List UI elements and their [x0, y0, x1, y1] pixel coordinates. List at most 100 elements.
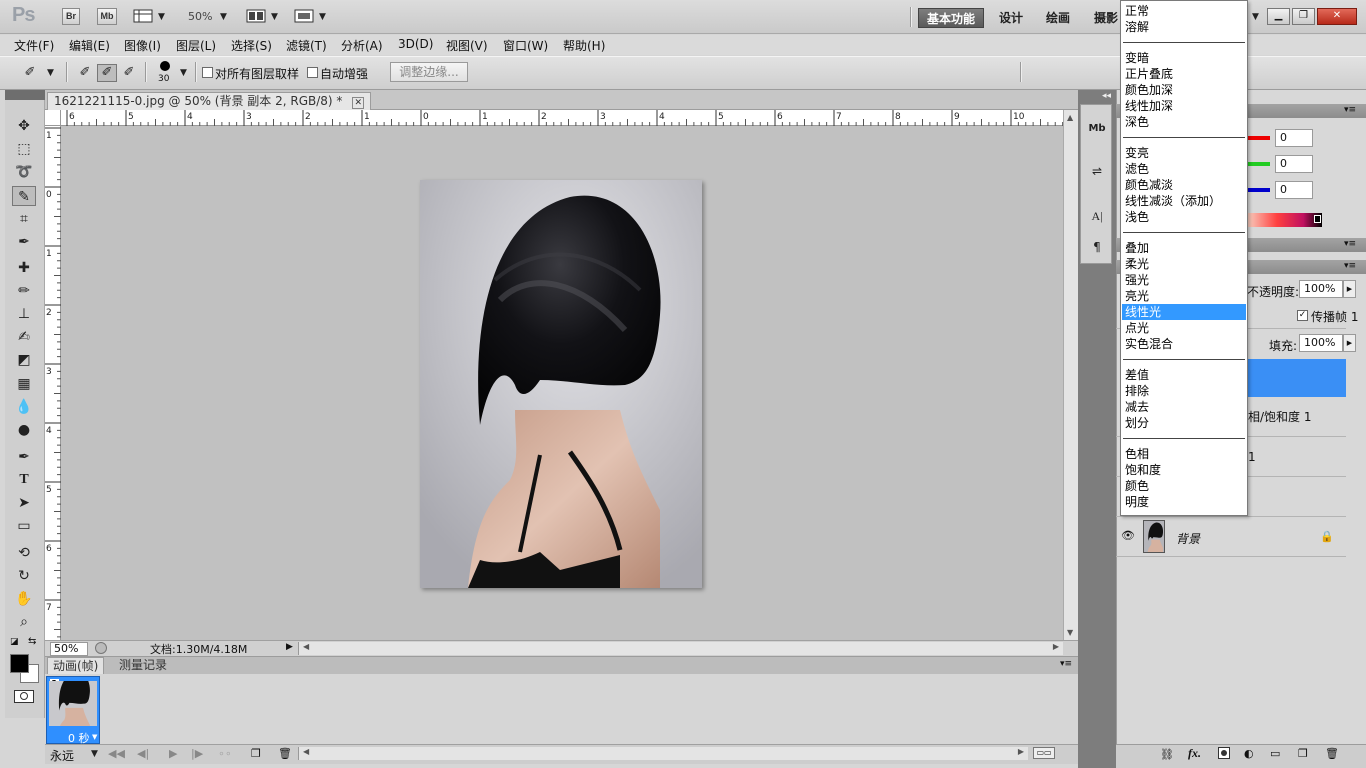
scroll-left-icon[interactable]: ◀	[303, 642, 309, 651]
blue-value-field[interactable]: 0	[1275, 181, 1313, 199]
toolbox-header[interactable]	[5, 90, 45, 100]
blend-mode-dropdown[interactable]: 正常 溶解 变暗 正片叠底 颜色加深 线性加深 深色 变亮 滤色 颜色减淡 线性减淡（添加） 浅色 叠加…	[1120, 0, 1248, 516]
blend-mode-option[interactable]: 线性减淡（添加）	[1122, 193, 1246, 209]
blend-mode-option[interactable]: 排除	[1122, 383, 1246, 399]
ruler-origin[interactable]	[45, 110, 61, 126]
eraser-tool-icon[interactable]: ◩	[12, 350, 36, 370]
subtract-from-selection-button[interactable]: ✐	[119, 64, 139, 82]
blend-mode-option[interactable]: 深色	[1122, 114, 1246, 130]
blend-mode-option[interactable]: 颜色减淡	[1122, 177, 1246, 193]
path-selection-tool-icon[interactable]: ➤	[12, 493, 36, 513]
scroll-right-icon[interactable]: ▶	[1053, 642, 1059, 651]
chevron-down-icon[interactable]: ▼	[1252, 12, 1259, 22]
workspace-design[interactable]: 设计	[991, 8, 1031, 28]
menu-layer[interactable]: 图层(L)	[176, 37, 216, 54]
close-button[interactable]: ✕	[1317, 8, 1357, 25]
view-extras-button[interactable]	[133, 8, 153, 24]
add-to-selection-button[interactable]: ✐	[97, 64, 117, 82]
loop-options-select[interactable]: 永远	[50, 747, 74, 764]
refine-edge-button[interactable]: 调整边缘...	[390, 62, 468, 82]
menu-view[interactable]: 视图(V)	[446, 37, 488, 54]
zoom-tool-icon[interactable]: ⌕	[12, 612, 36, 632]
blend-mode-option[interactable]: 浅色	[1122, 209, 1246, 225]
tab-animation[interactable]: 动画(帧)	[47, 657, 105, 674]
blend-mode-option[interactable]: 差值	[1122, 367, 1246, 383]
new-group-icon[interactable]: ▭	[1270, 747, 1280, 760]
previous-frame-icon[interactable]: ◀|	[137, 747, 149, 760]
tool-preset-picker[interactable]: ✐	[20, 64, 40, 82]
arrange-documents-button[interactable]	[246, 8, 266, 24]
chevron-down-icon[interactable]: ▼	[180, 68, 187, 78]
sample-all-layers-checkbox[interactable]	[202, 67, 213, 78]
blur-tool-icon[interactable]: 💧	[12, 397, 36, 417]
chevron-down-icon[interactable]: ▼	[319, 12, 326, 22]
foreground-color-swatch[interactable]	[10, 654, 29, 673]
close-document-icon[interactable]: ✕	[352, 97, 365, 109]
paragraph-panel-icon[interactable]: ¶	[1086, 236, 1108, 258]
blend-mode-option[interactable]: 溶解	[1122, 19, 1246, 35]
document-tab[interactable]: 1621221115-0.jpg @ 50% (背景 副本 2, RGB/8) …	[47, 92, 372, 110]
menu-filter[interactable]: 滤镜(T)	[286, 37, 327, 54]
clone-stamp-tool-icon[interactable]: ⊥	[12, 304, 36, 324]
panel-menu-icon[interactable]: ▾≡	[1344, 105, 1356, 115]
green-slider[interactable]	[1248, 162, 1270, 166]
blend-mode-option[interactable]: 减去	[1122, 399, 1246, 415]
delete-frame-icon[interactable]: 🗑	[278, 747, 292, 760]
layer-style-icon[interactable]: fx.	[1188, 746, 1201, 761]
zoom-field[interactable]: 50%	[50, 642, 88, 656]
auto-enhance-checkbox[interactable]	[307, 67, 318, 78]
zoom-level-select[interactable]: 50%	[188, 10, 212, 23]
adjustment-layer-icon[interactable]: ◐	[1244, 747, 1254, 760]
brush-tip-icon[interactable]	[160, 61, 170, 71]
propagate-frame-checkbox[interactable]: ✓	[1297, 310, 1308, 321]
opacity-field[interactable]: 100%	[1299, 280, 1343, 298]
clone-source-panel-icon[interactable]: ⇌	[1086, 160, 1108, 182]
dodge-tool-icon[interactable]: ●	[12, 420, 36, 440]
chevron-down-icon[interactable]: ▼	[158, 12, 165, 22]
blend-mode-option[interactable]: 划分	[1122, 415, 1246, 431]
menu-help[interactable]: 帮助(H)	[563, 37, 605, 54]
history-brush-tool-icon[interactable]: ✍	[12, 327, 36, 347]
eyedropper-tool-icon[interactable]: ✒	[12, 232, 36, 252]
panel-menu-icon[interactable]: ▾≡	[1060, 659, 1072, 669]
new-layer-icon[interactable]: ❐	[1298, 747, 1308, 760]
pen-tool-icon[interactable]: ✒	[12, 447, 36, 467]
eye-icon[interactable]: 👁	[1121, 529, 1135, 542]
minimize-button[interactable]: ▁	[1267, 8, 1290, 25]
restore-button[interactable]: ❐	[1292, 8, 1315, 25]
color-ramp[interactable]	[1247, 213, 1322, 227]
collapse-dock-icon[interactable]: ◂◂	[1102, 91, 1111, 101]
scroll-right-icon[interactable]: ▶	[1018, 747, 1024, 756]
blend-mode-option[interactable]: 饱和度	[1122, 462, 1246, 478]
blend-mode-option[interactable]: 明度	[1122, 494, 1246, 510]
blend-mode-option[interactable]: 颜色	[1122, 478, 1246, 494]
brush-tool-icon[interactable]: ✏	[12, 281, 36, 301]
menu-select[interactable]: 选择(S)	[231, 37, 272, 54]
blend-mode-option[interactable]: 滤色	[1122, 161, 1246, 177]
blend-mode-option[interactable]: 变亮	[1122, 145, 1246, 161]
duplicate-frame-icon[interactable]: ❐	[251, 747, 261, 760]
menu-analysis[interactable]: 分析(A)	[341, 37, 383, 54]
3d-orbit-tool-icon[interactable]: ↻	[12, 566, 36, 586]
blend-mode-option[interactable]: 颜色加深	[1122, 82, 1246, 98]
first-frame-icon[interactable]: ◀◀	[108, 747, 125, 760]
document-image[interactable]	[420, 180, 702, 588]
tab-measurement-log[interactable]: 测量记录	[114, 657, 172, 674]
status-expand-icon[interactable]: ▶	[286, 642, 293, 652]
green-value-field[interactable]: 0	[1275, 155, 1313, 173]
next-frame-icon[interactable]: |▶	[191, 747, 203, 760]
blend-mode-option[interactable]: 线性光	[1122, 304, 1246, 320]
fill-field[interactable]: 100%	[1299, 334, 1343, 352]
marquee-tool-icon[interactable]: ⬚	[12, 139, 36, 159]
workspace-painting[interactable]: 绘画	[1038, 8, 1078, 28]
chevron-down-icon[interactable]: ▼	[47, 68, 54, 78]
type-tool-icon[interactable]: T	[12, 470, 36, 490]
chevron-down-icon[interactable]: ▼	[271, 12, 278, 22]
frames-scrollbar[interactable]: ◀ ▶	[298, 747, 1028, 760]
blend-mode-option[interactable]: 强光	[1122, 272, 1246, 288]
gradient-tool-icon[interactable]: ▦	[12, 374, 36, 394]
menu-file[interactable]: 文件(F)	[14, 37, 54, 54]
screen-mode-button[interactable]	[294, 8, 314, 24]
delete-layer-icon[interactable]: 🗑	[1325, 747, 1339, 760]
blend-mode-option[interactable]: 正常	[1122, 3, 1246, 19]
